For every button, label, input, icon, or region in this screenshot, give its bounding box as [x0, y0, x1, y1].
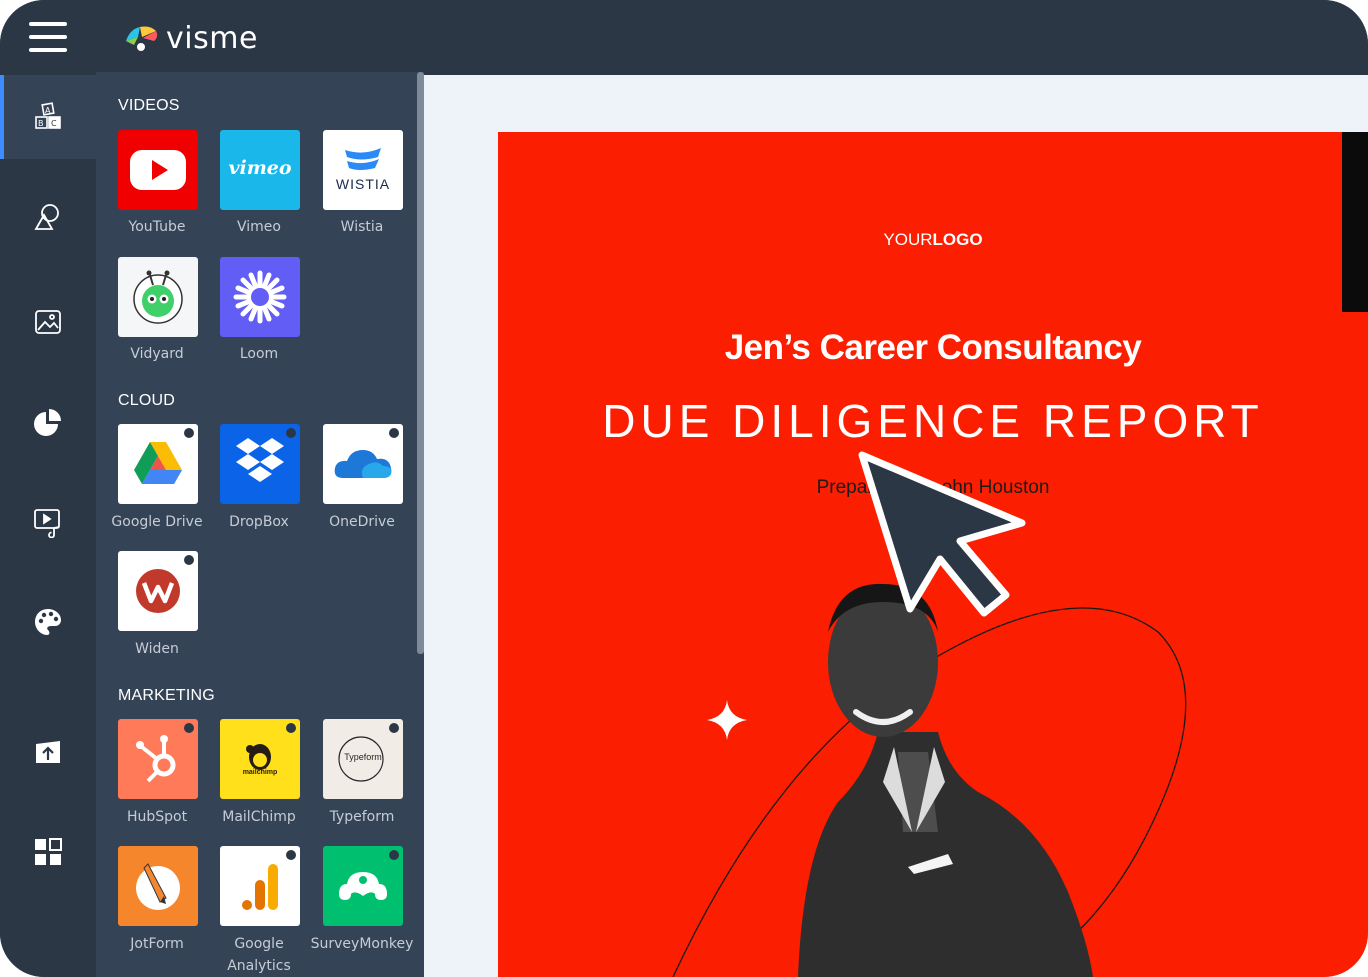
- mailchimp-logo-text: mailchimp: [242, 769, 278, 776]
- visme-logo-text: visme: [166, 20, 258, 56]
- slide-report-title: DUE DILIGENCE REPORT: [602, 395, 1264, 447]
- surveymonkey-tile[interactable]: [323, 846, 403, 926]
- status-dot: [184, 555, 194, 565]
- menu-icon[interactable]: [29, 22, 67, 52]
- status-dot: [286, 428, 296, 438]
- status-dot: [286, 723, 296, 733]
- rail-item-shapes[interactable]: [0, 175, 96, 259]
- wistia-icon: [345, 148, 381, 170]
- svg-text:B: B: [38, 119, 44, 128]
- section-title-cloud: CLOUD: [118, 392, 176, 409]
- app-window: visme A B C VIDEOS CLOUD MARKETING YouTu…: [0, 0, 1368, 977]
- youtube-tile[interactable]: [118, 130, 198, 210]
- vimeo-label: Vimeo: [237, 219, 281, 235]
- typeform-logo-text: Typeform: [344, 752, 382, 762]
- surveymonkey-label: SurveyMonkey: [310, 936, 414, 952]
- mailchimp-tile[interactable]: mailchimp: [220, 719, 300, 799]
- panel-scrollbar[interactable]: [417, 72, 424, 654]
- tool-rail: A B C: [0, 75, 96, 977]
- status-dot: [389, 723, 399, 733]
- jotform-icon: [136, 863, 180, 910]
- typeform-tile[interactable]: Typeform: [323, 719, 403, 799]
- widen-label: Widen: [135, 641, 179, 657]
- mouse-cursor-icon: [858, 451, 1026, 617]
- vimeo-logo-icon: vimeo: [228, 157, 292, 179]
- wistia-logo-text: WISTIA: [335, 176, 391, 192]
- status-dot: [184, 723, 194, 733]
- wistia-tile[interactable]: WISTIA: [323, 130, 403, 210]
- apps-icon: [35, 838, 62, 865]
- upload-icon: [36, 741, 60, 763]
- vidyard-icon: [133, 270, 183, 324]
- sparkle-icon: [707, 700, 747, 740]
- mailchimp-label: MailChimp: [222, 809, 296, 825]
- jotform-tile[interactable]: [118, 846, 198, 926]
- status-dot: [389, 428, 399, 438]
- vimeo-tile[interactable]: vimeo: [220, 130, 300, 210]
- wistia-label: Wistia: [340, 219, 384, 235]
- google-analytics-label-line2: Analytics: [227, 958, 291, 974]
- visme-logo-mark-icon: [126, 26, 158, 51]
- status-dot: [389, 850, 399, 860]
- section-title-videos: VIDEOS: [118, 97, 180, 114]
- palette-icon: [35, 609, 61, 635]
- person-photo: [798, 583, 1093, 977]
- google-drive-tile[interactable]: [118, 424, 198, 504]
- rail-item-apps[interactable]: [0, 810, 96, 894]
- loom-icon: [233, 270, 287, 324]
- typeform-label: Typeform: [329, 809, 395, 825]
- slide-company-name: Jen’s Career Consultancy: [724, 328, 1142, 367]
- slide-edge: [1342, 132, 1368, 312]
- rail-item-design[interactable]: [0, 580, 96, 664]
- youtube-icon: [130, 150, 186, 190]
- rail-item-charts[interactable]: [0, 380, 96, 464]
- svg-text:A: A: [45, 106, 51, 115]
- onedrive-label: OneDrive: [329, 514, 395, 530]
- status-dot: [184, 428, 194, 438]
- chart-icon: [34, 409, 61, 436]
- google-analytics-label-line1: Google: [234, 936, 284, 952]
- rail-item-photos[interactable]: [0, 280, 96, 364]
- google-analytics-tile[interactable]: [220, 846, 300, 926]
- section-title-marketing: MARKETING: [118, 687, 215, 704]
- media-icon: [34, 509, 60, 538]
- top-bar: visme: [0, 0, 1368, 75]
- visme-logo: visme: [124, 18, 258, 58]
- loom-tile[interactable]: [220, 257, 300, 337]
- onedrive-tile[interactable]: [323, 424, 403, 504]
- status-dot: [286, 850, 296, 860]
- svg-text:C: C: [51, 119, 57, 128]
- rail-item-uploads[interactable]: [0, 710, 96, 794]
- slide-logo-bold: LOGO: [932, 230, 983, 249]
- vidyard-tile[interactable]: [118, 257, 198, 337]
- dropbox-label: DropBox: [229, 514, 289, 530]
- dropbox-tile[interactable]: [220, 424, 300, 504]
- image-icon: [35, 310, 61, 334]
- shapes-icon: [34, 204, 59, 230]
- widen-tile[interactable]: [118, 551, 198, 631]
- slide-logo: YOURLOGO: [498, 230, 1368, 250]
- slide-logo-regular: YOUR: [883, 230, 933, 249]
- loom-label: Loom: [239, 346, 279, 362]
- rail-item-media[interactable]: [0, 480, 96, 564]
- blocks-icon: A B C: [35, 102, 61, 129]
- hubspot-tile[interactable]: [118, 719, 198, 799]
- rail-item-basic-blocks[interactable]: A B C: [0, 75, 96, 159]
